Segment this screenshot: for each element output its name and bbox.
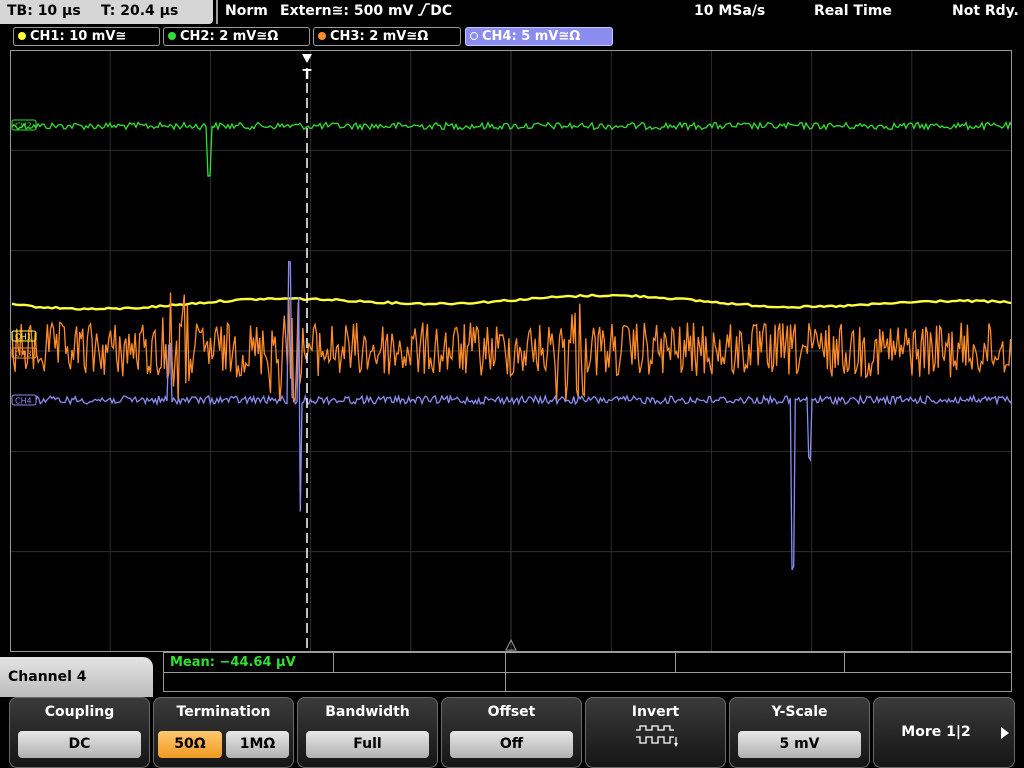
trigger-coupling: DC xyxy=(430,3,453,19)
more-label: More 1|2 xyxy=(901,724,971,740)
measurement-col-divider xyxy=(505,653,506,691)
marker-ch4[interactable]: CH4 xyxy=(11,394,37,406)
coupling-title: Coupling xyxy=(44,704,115,720)
waveform-display[interactable]: T CH2 CH1 CH3 CH4 xyxy=(10,50,1012,652)
trace-ch1 xyxy=(11,293,1012,311)
timebase-readout: TB: 10 µs xyxy=(7,3,81,19)
acquisition-mode[interactable]: Real Time xyxy=(814,3,892,19)
bandwidth-value[interactable]: Full xyxy=(306,731,429,758)
tab-ch1[interactable]: CH1: 10 mV≅ xyxy=(13,27,160,46)
y-scale-value[interactable]: 5 mV xyxy=(738,731,861,758)
offset-softkey[interactable]: Offset Off xyxy=(441,697,582,768)
graticule xyxy=(10,50,1012,652)
sample-rate: 10 MSa/s xyxy=(694,3,766,19)
status-bar: TB: 10 µs T: 20.4 µs Norm Extern≅: 500 m… xyxy=(0,0,1024,24)
marker-ch4-label: CH4 xyxy=(15,397,32,406)
measurement-panel[interactable]: Mean: −44.64 µV xyxy=(163,652,1012,692)
tab-ch3[interactable]: CH3: 2 mV≅Ω xyxy=(313,27,461,46)
termination-title: Termination xyxy=(176,704,271,720)
trigger-mode[interactable]: Norm xyxy=(225,3,268,19)
measurement-col-divider xyxy=(333,653,334,672)
channel-menu-title-text: Channel 4 xyxy=(8,669,87,685)
ch1-color-dot xyxy=(18,32,26,40)
status-divider xyxy=(216,0,218,24)
coupling-value[interactable]: DC xyxy=(18,731,141,758)
trigger-label: T xyxy=(303,68,312,83)
rising-edge-icon xyxy=(418,3,431,16)
coupling-softkey[interactable]: Coupling DC xyxy=(9,697,150,768)
more-softkey[interactable]: More 1|2 xyxy=(873,697,1015,768)
measurement-col-divider xyxy=(844,653,845,672)
tab-ch2[interactable]: CH2: 2 mV≅Ω xyxy=(163,27,310,46)
marker-ch1-label: CH1 xyxy=(15,333,32,342)
tab-ch4[interactable]: CH4: 5 mV≅Ω xyxy=(465,27,613,46)
y-scale-title: Y-Scale xyxy=(771,704,828,720)
termination-1m-ohm-button[interactable]: 1MΩ xyxy=(226,731,289,758)
trace-ch2 xyxy=(11,120,1012,177)
ch3-color-dot xyxy=(318,32,326,40)
trigger-source-level: Extern≅: 500 mV xyxy=(280,3,414,19)
invert-pulse-icon xyxy=(636,725,678,747)
ch1-label: CH1: 10 mV≅ xyxy=(30,29,127,44)
trigger-time-readout: T: 20.4 µs xyxy=(101,3,179,19)
ch4-label: CH4: 5 mV≅Ω xyxy=(482,29,581,44)
ch3-label: CH3: 2 mV≅Ω xyxy=(330,29,429,44)
trace-ch4 xyxy=(11,260,1012,571)
y-scale-softkey[interactable]: Y-Scale 5 mV xyxy=(729,697,870,768)
invert-title: Invert xyxy=(631,704,680,720)
channel-menu-title: Channel 4 xyxy=(0,657,153,697)
invert-softkey[interactable]: Invert xyxy=(585,697,726,768)
marker-ch2[interactable]: CH2 xyxy=(11,119,37,131)
trigger-source[interactable]: Extern≅: 500 mV DC xyxy=(280,3,452,19)
arrow-right-icon xyxy=(1001,727,1009,739)
trace-ch3 xyxy=(11,292,1012,403)
marker-ch3-label: CH3 xyxy=(15,350,32,359)
measurement-row-divider xyxy=(164,672,1011,673)
bandwidth-softkey[interactable]: Bandwidth Full xyxy=(297,697,438,768)
offset-title: Offset xyxy=(487,704,536,720)
acquisition-state: Not Rdy. xyxy=(952,3,1019,19)
measurement-mean: Mean: −44.64 µV xyxy=(170,655,296,670)
offset-value[interactable]: Off xyxy=(450,731,573,758)
ch2-color-dot xyxy=(168,32,176,40)
marker-ch2-label: CH2 xyxy=(15,122,32,131)
termination-softkey[interactable]: Termination 50Ω 1MΩ xyxy=(153,697,294,768)
measurement-col-divider xyxy=(675,653,676,672)
ch4-color-dot xyxy=(470,32,478,40)
ch2-label: CH2: 2 mV≅Ω xyxy=(180,29,279,44)
termination-50-ohm-button[interactable]: 50Ω xyxy=(158,731,222,758)
timebase-box[interactable]: TB: 10 µs T: 20.4 µs xyxy=(0,0,213,24)
bandwidth-title: Bandwidth xyxy=(325,704,410,720)
